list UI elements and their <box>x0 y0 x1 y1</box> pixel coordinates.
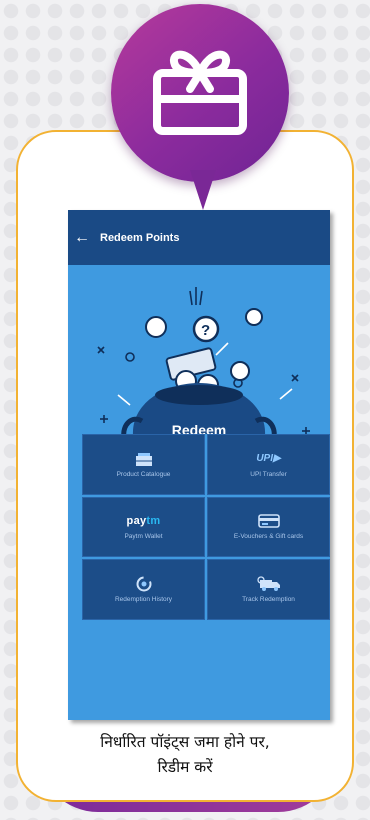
coin-icons: ? <box>145 308 263 396</box>
app-bar-title: Redeem Points <box>100 231 180 244</box>
app-screenshot: ← Redeem Points ? Redeem Product Catalog… <box>68 210 330 720</box>
caption-line-2: रिडीम करें <box>157 758 213 776</box>
tile-product-catalogue[interactable]: Product Catalogue <box>82 434 205 495</box>
caption-text: निर्धारित पॉइंट्स जमा होने पर, रिडीम करे… <box>30 730 340 780</box>
tile-label: E-Vouchers & Gift cards <box>233 533 304 541</box>
catalogue-icon <box>135 451 153 467</box>
caption-line-1: निर्धारित पॉइंट्स जमा होने पर, <box>100 733 270 751</box>
tile-label: Track Redemption <box>242 596 295 604</box>
delivery-truck-icon <box>256 576 282 592</box>
redeem-illustration: ? Redeem <box>97 287 310 443</box>
paytm-logo-left: pay <box>126 515 147 528</box>
gift-icon <box>153 50 247 135</box>
paytm-logo: paytm <box>127 513 161 529</box>
upi-logo: UPI▶ <box>256 453 281 465</box>
arrow-left-icon[interactable]: ← <box>74 229 92 247</box>
tile-label: Redemption History <box>114 596 173 604</box>
tile-label: Product Catalogue <box>116 470 171 478</box>
app-bar: ← Redeem Points <box>68 210 330 265</box>
history-icon <box>135 576 153 592</box>
tile-paytm-wallet[interactable]: paytm Paytm Wallet <box>82 496 205 558</box>
badge-pointer <box>190 170 216 210</box>
redeem-options-grid: Product Catalogue UPI▶ UPI Transfer payt… <box>82 434 330 620</box>
tile-redemption-history[interactable]: Redemption History <box>82 559 205 620</box>
svg-text:?: ? <box>201 322 210 339</box>
card-icon <box>257 513 280 529</box>
tile-e-vouchers[interactable]: E-Vouchers & Gift cards <box>207 496 330 558</box>
tile-track-redemption[interactable]: Track Redemption <box>207 559 330 620</box>
paytm-logo-right: tm <box>146 515 161 528</box>
tile-label: UPI Transfer <box>250 470 287 478</box>
tile-upi-transfer[interactable]: UPI▶ UPI Transfer <box>207 434 330 495</box>
tile-label: Paytm Wallet <box>124 533 163 541</box>
